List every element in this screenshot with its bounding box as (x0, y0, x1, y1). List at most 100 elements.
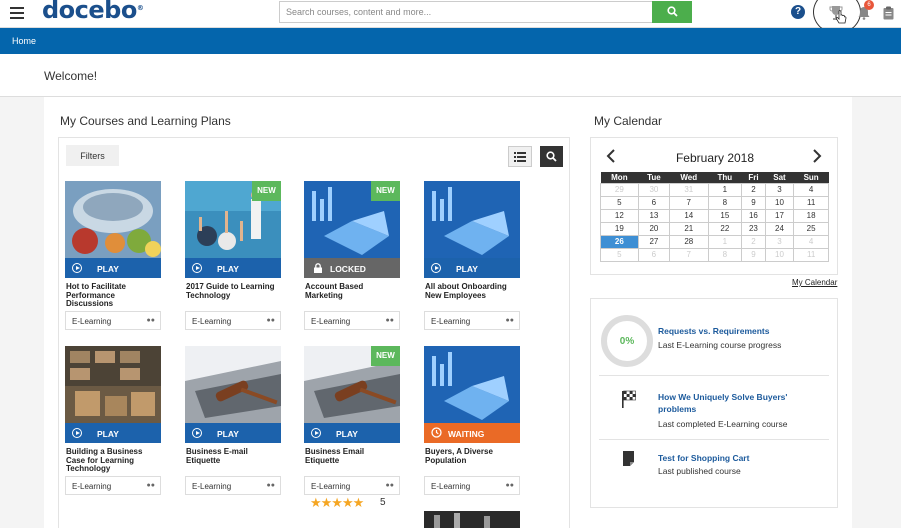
course-thumbnail[interactable] (185, 346, 281, 423)
course-card[interactable]: PLAY All about Onboarding New Employees … (424, 181, 520, 331)
calendar-day[interactable]: 26 (600, 234, 639, 249)
calendar-day[interactable]: 7 (669, 247, 709, 262)
course-thumbnail[interactable] (424, 346, 520, 423)
calendar-day[interactable]: 15 (707, 208, 743, 223)
calendar-day[interactable]: 6 (637, 195, 671, 210)
status-bar[interactable]: PLAY (65, 258, 161, 278)
calendar-day[interactable]: 17 (764, 208, 795, 223)
course-thumbnail[interactable]: NEW (185, 181, 281, 258)
warehouse-image (65, 346, 161, 423)
calendar-day[interactable]: 3 (764, 182, 795, 197)
course-title[interactable]: All about Onboarding New Employees (425, 282, 519, 300)
calendar-day[interactable]: 11 (793, 247, 829, 262)
calendar-day[interactable]: 27 (637, 234, 671, 249)
calendar-day[interactable]: 4 (793, 234, 829, 249)
calendar-day[interactable]: 8 (707, 247, 743, 262)
course-card[interactable]: PLAY Hot to Facilitate Performance Discu… (65, 181, 161, 331)
calendar-day[interactable]: 20 (637, 221, 671, 236)
calendar-day[interactable]: 13 (637, 208, 671, 223)
progress-ring: 0% (601, 315, 653, 367)
calendar-day[interactable]: 9 (741, 195, 766, 210)
course-card[interactable]: NEW PLAY Business Email Etiquette E-Lear… (304, 346, 400, 510)
course-title[interactable]: Business E-mail Etiquette (186, 447, 280, 465)
calendar-day[interactable]: 19 (600, 221, 639, 236)
calendar-day[interactable]: 4 (793, 182, 829, 197)
course-thumbnail[interactable] (424, 181, 520, 258)
course-card[interactable]: WAITING Buyers, A Diverse Population E-L… (424, 346, 520, 496)
course-title[interactable]: Hot to Facilitate Performance Discussion… (66, 282, 160, 309)
course-title[interactable]: Buyers, A Diverse Population (425, 447, 519, 465)
status-label: PLAY (97, 429, 119, 439)
calendar-day[interactable]: 22 (707, 221, 743, 236)
calendar-day[interactable]: 28 (669, 234, 709, 249)
status-bar[interactable]: PLAY (185, 423, 281, 443)
calendar-day[interactable]: 25 (793, 221, 829, 236)
chart-image (424, 346, 520, 423)
calendar-day[interactable]: 9 (741, 247, 766, 262)
course-type: E-Learning (72, 317, 112, 326)
course-footer: E-Learning ●● (424, 476, 520, 495)
calendar-day[interactable]: 29 (600, 182, 639, 197)
calendar-day[interactable]: 10 (764, 195, 795, 210)
filters-button[interactable]: Filters (66, 145, 119, 166)
hand-cursor-icon (835, 10, 847, 24)
calendar-day[interactable]: 31 (669, 182, 709, 197)
report-title[interactable]: Test for Shopping Cart (658, 452, 749, 464)
calendar-day[interactable]: 5 (600, 247, 639, 262)
course-thumbnail[interactable]: NEW (304, 181, 400, 258)
course-card[interactable]: NEW LOCKED Account Based Marketing E-Lea… (304, 181, 400, 331)
status-bar[interactable]: PLAY (185, 258, 281, 278)
clipboard-icon[interactable] (883, 6, 894, 20)
status-bar[interactable]: PLAY (424, 258, 520, 278)
course-title[interactable]: 2017 Guide to Learning Technology (186, 282, 280, 300)
calendar-day[interactable]: 1 (707, 182, 743, 197)
calendar-day[interactable]: 10 (764, 247, 795, 262)
calendar-day[interactable]: 30 (637, 182, 671, 197)
calendar-day[interactable]: 8 (707, 195, 743, 210)
my-calendar-link[interactable]: My Calendar (792, 278, 837, 287)
help-icon[interactable]: ? (791, 5, 805, 19)
course-card[interactable]: NEW PLAY 2017 Guide to Learning Technolo… (185, 181, 281, 331)
course-card-partial[interactable] (424, 511, 520, 528)
play-icon (192, 428, 202, 438)
course-thumbnail[interactable] (65, 346, 161, 423)
status-label: PLAY (217, 429, 239, 439)
calendar-day[interactable]: 23 (741, 221, 766, 236)
report-title[interactable]: How We Uniquely Solve Buyers' problems (658, 391, 808, 415)
calendar-day[interactable]: 5 (600, 195, 639, 210)
calendar-day[interactable]: 16 (741, 208, 766, 223)
logo[interactable]: docebo® (42, 0, 144, 24)
calendar-day[interactable]: 6 (637, 247, 671, 262)
status-bar[interactable]: PLAY (304, 423, 400, 443)
calendar-day[interactable]: 3 (764, 234, 795, 249)
report-title[interactable]: Requests vs. Requirements (658, 325, 769, 337)
status-bar: WAITING (424, 423, 520, 443)
course-title[interactable]: Building a Business Case for Learning Te… (66, 447, 160, 474)
breadcrumb-home[interactable]: Home (12, 36, 36, 46)
course-title[interactable]: Business Email Etiquette (305, 447, 399, 465)
menu-icon[interactable] (10, 7, 24, 19)
search-input[interactable] (279, 1, 653, 23)
course-search-button[interactable] (540, 146, 563, 167)
calendar-day[interactable]: 2 (741, 182, 766, 197)
calendar-day[interactable]: 12 (600, 208, 639, 223)
calendar-day[interactable]: 11 (793, 195, 829, 210)
calendar-day[interactable]: 7 (669, 195, 709, 210)
search-button[interactable] (652, 1, 692, 23)
calendar-day[interactable]: 14 (669, 208, 709, 223)
calendar-day[interactable]: 21 (669, 221, 709, 236)
calendar-day[interactable]: 18 (793, 208, 829, 223)
calendar-day[interactable]: 2 (741, 234, 766, 249)
status-bar[interactable]: PLAY (65, 423, 161, 443)
play-icon (192, 263, 202, 273)
course-card[interactable]: PLAY Business E-mail Etiquette E-Learnin… (185, 346, 281, 496)
status-bar: LOCKED (304, 258, 400, 278)
course-thumbnail[interactable] (65, 181, 161, 258)
course-card[interactable]: PLAY Building a Business Case for Learni… (65, 346, 161, 496)
course-title[interactable]: Account Based Marketing (305, 282, 399, 300)
calendar-day[interactable]: 24 (764, 221, 795, 236)
course-thumbnail[interactable]: NEW (304, 346, 400, 423)
list-view-button[interactable] (508, 146, 532, 167)
calendar-day[interactable]: 1 (707, 234, 743, 249)
chevron-right-icon[interactable] (811, 148, 823, 164)
